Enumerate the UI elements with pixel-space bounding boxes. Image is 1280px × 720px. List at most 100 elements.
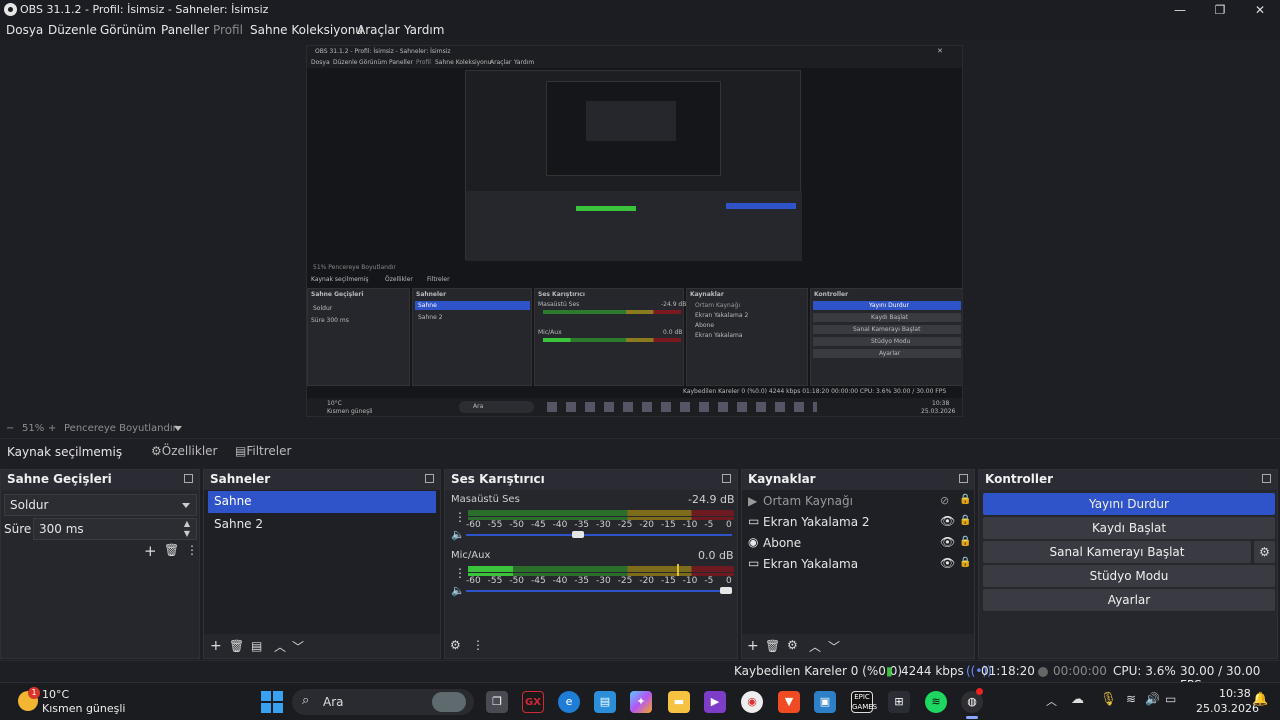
spotify-icon[interactable]: ≋ xyxy=(925,691,947,713)
menu-docks[interactable]: Paneller xyxy=(161,23,209,37)
photos-icon[interactable]: ▣ xyxy=(814,691,836,713)
volume-slider-desktop[interactable] xyxy=(466,534,732,536)
eye-icon[interactable]: 👁 xyxy=(940,514,955,528)
wifi-icon[interactable]: ≋ xyxy=(1126,692,1136,706)
cloud-icon[interactable]: ☁ xyxy=(1071,692,1084,707)
filters-button[interactable]: ▤Filtreler xyxy=(235,444,291,458)
menu-scene-collection[interactable]: Sahne Koleksiyonu xyxy=(250,23,363,37)
copilot-icon[interactable]: ✦ xyxy=(630,691,652,713)
fit-dropdown-icon[interactable] xyxy=(174,426,182,431)
undock-icon[interactable] xyxy=(722,474,731,483)
settings-button[interactable]: Ayarlar xyxy=(983,589,1275,611)
lock-icon[interactable]: 🔒 xyxy=(959,494,971,505)
mini-source-4: Ekran Yakalama xyxy=(695,332,743,339)
scene-item-sahne-2[interactable]: Sahne 2 xyxy=(208,514,436,536)
remove-transition-icon[interactable]: 🗑 xyxy=(164,543,179,557)
source-item-screen-2[interactable]: ▭ Ekran Yakalama 2 👁 🔒 xyxy=(748,513,971,533)
mini-menu-view: Görünüm xyxy=(359,59,388,66)
clock-date[interactable]: 25.03.2026 xyxy=(1196,702,1259,715)
duration-spinbox[interactable]: 300 ms ▲ ▼ xyxy=(33,518,197,540)
opera-gx-icon[interactable]: GX xyxy=(522,691,544,713)
volume-thumb-mic[interactable] xyxy=(720,587,732,594)
mini-menu-scene-collection: Sahne Koleksiyonu xyxy=(435,59,492,66)
eye-hidden-icon[interactable]: ⊘ xyxy=(940,494,949,507)
scene-filters-icon[interactable]: ▤ xyxy=(251,639,262,653)
microphone-icon[interactable]: 🎙 xyxy=(1100,692,1117,707)
fit-window-label[interactable]: Pencereye Boyutlandır xyxy=(64,423,177,434)
add-source-icon[interactable]: + xyxy=(747,638,759,654)
menu-help[interactable]: Yardım xyxy=(404,23,444,37)
move-up-icon[interactable]: ︿ xyxy=(274,638,286,655)
mini-scene-1: Sahne xyxy=(418,302,437,309)
remove-source-icon[interactable]: 🗑 xyxy=(765,639,780,653)
spin-up-icon[interactable]: ▲ xyxy=(184,519,190,528)
channel-menu-mic-icon[interactable]: ⋮ xyxy=(454,566,466,580)
close-icon[interactable]: ✕ xyxy=(1240,0,1280,20)
brave-icon[interactable]: ▼ xyxy=(778,691,800,713)
remove-scene-icon[interactable]: 🗑 xyxy=(229,639,244,653)
spin-down-icon[interactable]: ▼ xyxy=(184,529,190,538)
studio-mode-button[interactable]: Stüdyo Modu xyxy=(983,565,1275,587)
scene-item-sahne[interactable]: Sahne xyxy=(208,491,436,513)
zoom-out-button[interactable]: − xyxy=(6,423,14,434)
taskbar: 1 10°C Kısmen güneşli ⌕ Ara ❐ GX e ▤ ✦ ▬… xyxy=(0,682,1280,720)
minimize-icon[interactable]: — xyxy=(1160,0,1200,20)
more-options-icon[interactable]: ⋮ xyxy=(186,543,198,557)
start-recording-button[interactable]: Kaydı Başlat xyxy=(983,517,1275,539)
eye-icon[interactable]: 👁 xyxy=(940,556,955,570)
file-explorer-icon[interactable]: ▬ xyxy=(668,691,690,713)
undock-icon[interactable] xyxy=(425,474,434,483)
channel-menu-desktop-icon[interactable]: ⋮ xyxy=(454,510,466,524)
lock-icon[interactable]: 🔒 xyxy=(959,557,971,568)
volume-slider-mic[interactable] xyxy=(466,590,732,592)
edge-icon[interactable]: e xyxy=(558,691,580,713)
transition-select[interactable]: Soldur xyxy=(4,494,197,516)
volume-icon[interactable]: 🔊 xyxy=(1145,692,1160,706)
source-item-abone[interactable]: ◉ Abone 👁 🔒 xyxy=(748,534,971,554)
undock-icon[interactable] xyxy=(959,474,968,483)
source-item-ambient[interactable]: ▶ Ortam Kaynağı ⊘ 🔒 xyxy=(748,492,971,512)
mixer-settings-icon[interactable]: ⚙ xyxy=(450,638,461,652)
stop-stream-button[interactable]: Yayını Durdur xyxy=(983,493,1275,515)
source-properties-icon[interactable]: ⚙ xyxy=(787,638,798,652)
start-menu-icon[interactable] xyxy=(261,691,283,713)
virtual-camera-settings-icon[interactable]: ⚙ xyxy=(1254,541,1275,563)
mixer-more-icon[interactable]: ⋮ xyxy=(472,638,484,652)
maximize-icon[interactable]: ❐ xyxy=(1200,0,1240,20)
speaker-icon[interactable]: 🔈 xyxy=(451,528,465,541)
epic-games-icon[interactable]: EPIC GAMES xyxy=(851,691,877,713)
battery-icon[interactable]: ▭ xyxy=(1165,692,1176,706)
properties-button[interactable]: ⚙Özellikler xyxy=(151,444,218,458)
menu-file[interactable]: Dosya xyxy=(6,23,43,37)
notepad-icon[interactable]: ▤ xyxy=(594,691,616,713)
undock-icon[interactable] xyxy=(1262,474,1271,483)
chevron-up-icon[interactable]: ︿ xyxy=(1046,693,1057,709)
menu-tools[interactable]: Araçlar xyxy=(357,23,400,37)
move-up-icon[interactable]: ︿ xyxy=(809,638,821,655)
task-view-icon[interactable]: ❐ xyxy=(486,691,508,713)
preview-canvas[interactable]: OBS 31.1.2 - Profil: İsimsiz - Sahneler:… xyxy=(306,45,963,417)
search-box[interactable]: ⌕ Ara xyxy=(292,689,474,715)
start-virtual-camera-button[interactable]: Sanal Kamerayı Başlat xyxy=(983,541,1251,563)
notifications-icon[interactable]: 🔔 xyxy=(1252,692,1268,707)
zoom-in-button[interactable]: + xyxy=(48,423,56,434)
undock-icon[interactable] xyxy=(184,474,193,483)
clipchamp-icon[interactable]: ▶ xyxy=(704,691,726,713)
clock-time[interactable]: 10:38 xyxy=(1219,687,1251,700)
menu-edit[interactable]: Düzenle xyxy=(48,23,97,37)
volume-thumb-desktop[interactable] xyxy=(572,531,584,538)
store-icon[interactable]: ⊞ xyxy=(888,691,910,713)
lock-icon[interactable]: 🔒 xyxy=(959,536,971,547)
add-scene-icon[interactable]: + xyxy=(210,638,222,654)
menu-view[interactable]: Görünüm xyxy=(100,23,156,37)
menu-profile[interactable]: Profil xyxy=(213,23,243,37)
source-item-screen[interactable]: ▭ Ekran Yakalama 👁 🔒 xyxy=(748,555,971,575)
scale-tick-label: -45 xyxy=(531,520,546,530)
lock-icon[interactable]: 🔒 xyxy=(959,515,971,526)
eye-icon[interactable]: 👁 xyxy=(940,535,955,549)
add-transition-button[interactable]: + xyxy=(144,542,157,560)
move-down-icon[interactable]: ﹀ xyxy=(828,638,840,655)
speaker-icon[interactable]: 🔈 xyxy=(451,584,465,597)
move-down-icon[interactable]: ﹀ xyxy=(292,638,304,655)
chrome-icon[interactable]: ◉ xyxy=(741,691,763,713)
